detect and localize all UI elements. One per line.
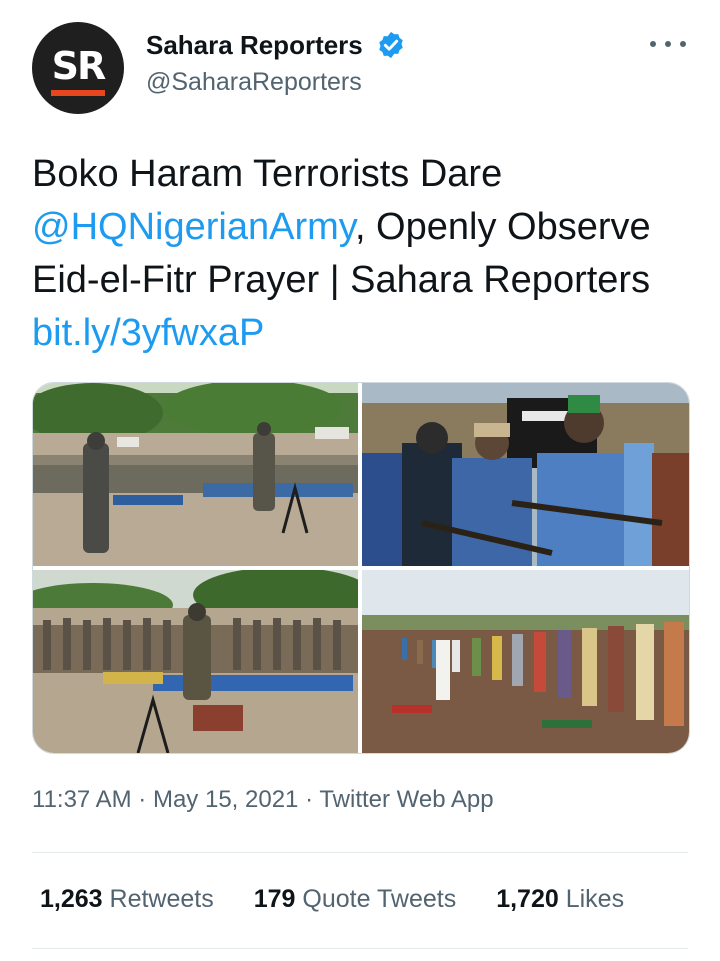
more-options-icon[interactable] — [650, 32, 686, 56]
tweet-text: Boko Haram Terrorists Dare @HQNigerianAr… — [32, 148, 682, 360]
account-name[interactable]: Sahara Reporters — [146, 30, 363, 61]
url-link[interactable]: bit.ly/3yfwxaP — [32, 312, 264, 354]
quote-tweets-count: 179 — [253, 885, 296, 913]
dot — [665, 41, 671, 47]
meta-separator: · — [305, 786, 314, 813]
tweet-text-part1: Boko Haram Terrorists Dare — [32, 153, 503, 195]
likes-label: Likes — [565, 885, 625, 913]
retweets-label: Retweets — [109, 885, 214, 913]
likes-count: 1,720 — [496, 885, 559, 913]
photo-2[interactable] — [362, 383, 689, 566]
likes-stat[interactable]: 1,720 Likes — [496, 885, 624, 914]
photo-3[interactable] — [33, 570, 358, 753]
quote-tweets-label: Quote Tweets — [302, 885, 457, 913]
media-grid — [32, 382, 690, 754]
tweet-time[interactable]: 11:37 AM — [32, 786, 132, 813]
meta-separator: · — [138, 786, 147, 813]
tweet-header: SR Sahara Reporters @SaharaReporters — [32, 22, 688, 114]
account-handle[interactable]: @SaharaReporters — [146, 68, 362, 97]
photo-1[interactable] — [33, 383, 358, 566]
mention-link[interactable]: @HQNigerianArmy — [32, 206, 355, 248]
avatar-accent-bar — [51, 90, 105, 96]
retweets-stat[interactable]: 1,263 Retweets — [40, 885, 214, 914]
retweets-count: 1,263 — [40, 885, 103, 913]
quote-tweets-stat[interactable]: 179 Quote Tweets — [254, 885, 456, 914]
divider — [32, 948, 688, 949]
avatar-text: SR — [51, 44, 107, 88]
tweet-stats: 1,263 Retweets 179 Quote Tweets 1,720 Li… — [40, 885, 690, 914]
divider — [32, 852, 688, 853]
tweet-date[interactable]: May 15, 2021 — [153, 786, 298, 813]
verified-badge-icon — [379, 31, 403, 59]
dot — [680, 41, 686, 47]
tweet-meta: 11:37 AM · May 15, 2021 · Twitter Web Ap… — [32, 786, 494, 814]
avatar[interactable]: SR — [32, 22, 124, 114]
photo-4[interactable] — [362, 570, 689, 753]
tweet-source[interactable]: Twitter Web App — [319, 786, 493, 813]
dot — [650, 41, 656, 47]
